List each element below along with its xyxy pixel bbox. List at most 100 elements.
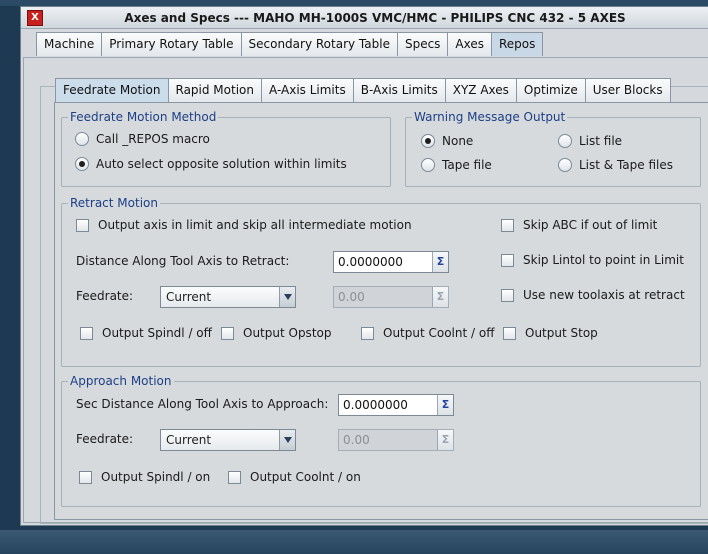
approach-distance-field[interactable]: 0.0000000 Σ — [338, 394, 454, 416]
radio-tape-file-circle[interactable] — [421, 158, 435, 172]
tab-rapid-motion[interactable]: Rapid Motion — [167, 78, 261, 102]
check-coolnt-on-box[interactable] — [228, 470, 241, 484]
sigma-icon: Σ — [437, 430, 453, 450]
radio-none-label: None — [442, 134, 474, 148]
approach-feedrate-row: Feedrate: — [76, 432, 133, 446]
radio-call-repos-label: Call _REPOS macro — [96, 132, 210, 146]
approach-motion-title: Approach Motion — [68, 374, 174, 388]
retract-feedrate-value-field: 0.00 Σ — [333, 286, 449, 308]
tab-b-axis-limits[interactable]: B-Axis Limits — [352, 78, 445, 102]
sub-tab-bar: Feedrate Motion Rapid Motion A-Axis Limi… — [55, 78, 671, 102]
feedrate-motion-panel: Feedrate Motion Method Call _REPOS macro… — [54, 102, 708, 520]
sigma-icon: Σ — [432, 287, 448, 307]
approach-feedrate-select[interactable]: Current — [160, 429, 296, 451]
tab-axes[interactable]: Axes — [447, 32, 491, 56]
retract-feedrate-value: 0.00 — [338, 290, 365, 304]
radio-list-tape-files-label: List & Tape files — [579, 158, 674, 172]
tab-secondary-rotary-table[interactable]: Secondary Rotary Table — [240, 32, 397, 56]
retract-feedrate-label: Feedrate: — [76, 289, 134, 303]
check-coolnt-off-label: Output Coolnt / off — [383, 326, 495, 340]
approach-distance-row: Sec Distance Along Tool Axis to Approach… — [76, 397, 328, 411]
check-spindl-on[interactable]: Output Spindl / on — [79, 470, 210, 484]
check-coolnt-off-box[interactable] — [361, 326, 374, 340]
retract-distance-row: Distance Along Tool Axis to Retract: — [76, 254, 289, 268]
check-spindl-off-label: Output Spindl / off — [102, 326, 212, 340]
retract-feedrate-row: Feedrate: — [76, 289, 133, 303]
radio-list-file[interactable]: List file — [558, 134, 622, 148]
tab-primary-rotary-table[interactable]: Primary Rotary Table — [101, 32, 241, 56]
retract-distance-field[interactable]: 0.0000000 Σ — [333, 251, 449, 273]
retract-distance-value: 0.0000000 — [338, 255, 403, 269]
retract-feedrate-selected: Current — [166, 290, 212, 304]
check-output-axis-box[interactable] — [76, 218, 89, 232]
chevron-down-icon[interactable] — [279, 430, 295, 450]
feedrate-method-title: Feedrate Motion Method — [68, 110, 219, 124]
tab-feedrate-motion[interactable]: Feedrate Motion — [55, 78, 168, 102]
radio-auto-select[interactable]: Auto select opposite solution within lim… — [75, 157, 347, 171]
radio-call-repos-circle[interactable] — [75, 132, 89, 146]
check-new-toolaxis[interactable]: Use new toolaxis at retract — [501, 288, 685, 302]
approach-feedrate-value-field: 0.00 Σ — [338, 429, 454, 451]
check-output-stop-label: Output Stop — [525, 326, 598, 340]
radio-tape-file-label: Tape file — [442, 158, 492, 172]
check-opstop[interactable]: Output Opstop — [221, 326, 331, 340]
retract-motion-title: Retract Motion — [68, 196, 160, 210]
tab-machine[interactable]: Machine — [36, 32, 102, 56]
warning-output-title: Warning Message Output — [412, 110, 568, 124]
radio-call-repos[interactable]: Call _REPOS macro — [75, 132, 210, 146]
tab-xyz-axes[interactable]: XYZ Axes — [444, 78, 516, 102]
approach-feedrate-label: Feedrate: — [76, 432, 134, 446]
sigma-icon[interactable]: Σ — [432, 252, 448, 272]
check-output-axis-label: Output axis in limit and skip all interm… — [98, 218, 412, 232]
radio-list-tape-files[interactable]: List & Tape files — [558, 158, 673, 172]
repos-panel: Feedrate Motion Rapid Motion A-Axis Limi… — [23, 57, 708, 524]
sigma-icon[interactable]: Σ — [437, 395, 453, 415]
check-coolnt-off[interactable]: Output Coolnt / off — [361, 326, 495, 340]
check-new-toolaxis-box[interactable] — [501, 288, 514, 302]
check-coolnt-on[interactable]: Output Coolnt / on — [228, 470, 361, 484]
check-spindl-off-box[interactable] — [80, 326, 93, 340]
approach-feedrate-value: 0.00 — [343, 433, 370, 447]
tab-a-axis-limits[interactable]: A-Axis Limits — [261, 78, 353, 102]
radio-auto-select-label: Auto select opposite solution within lim… — [96, 157, 347, 171]
radio-list-file-circle[interactable] — [558, 134, 572, 148]
check-skip-lintol-box[interactable] — [501, 253, 514, 267]
check-spindl-on-box[interactable] — [79, 470, 92, 484]
radio-auto-select-circle[interactable] — [75, 157, 89, 171]
title-bar[interactable]: X Axes and Specs --- MAHO MH-1000S VMC/H… — [21, 7, 708, 29]
retract-distance-label: Distance Along Tool Axis to Retract: — [76, 254, 290, 268]
tab-specs[interactable]: Specs — [396, 32, 448, 56]
feedrate-method-group: Feedrate Motion Method — [61, 110, 391, 187]
top-tab-bar: Machine Primary Rotary Table Secondary R… — [36, 32, 544, 56]
check-skip-lintol-label: Skip Lintol to point in Limit — [523, 253, 684, 267]
radio-list-tape-files-circle[interactable] — [558, 158, 572, 172]
app-icon: X — [27, 10, 43, 26]
radio-none-circle[interactable] — [421, 134, 435, 148]
axes-specs-window: X Axes and Specs --- MAHO MH-1000S VMC/H… — [20, 6, 708, 526]
radio-none[interactable]: None — [421, 134, 473, 148]
check-spindl-on-label: Output Spindl / on — [101, 470, 211, 484]
approach-feedrate-selected: Current — [166, 433, 212, 447]
check-skip-lintol[interactable]: Skip Lintol to point in Limit — [501, 253, 684, 267]
check-skip-abc[interactable]: Skip ABC if out of limit — [501, 218, 657, 232]
tab-user-blocks[interactable]: User Blocks — [584, 78, 671, 102]
approach-distance-value: 0.0000000 — [343, 398, 408, 412]
radio-list-file-label: List file — [579, 134, 623, 148]
check-output-stop-box[interactable] — [503, 326, 516, 340]
check-opstop-label: Output Opstop — [243, 326, 332, 340]
check-output-axis-in-limit[interactable]: Output axis in limit and skip all interm… — [76, 218, 412, 232]
warning-output-group: Warning Message Output — [405, 110, 701, 187]
radio-tape-file[interactable]: Tape file — [421, 158, 492, 172]
retract-feedrate-select[interactable]: Current — [160, 286, 296, 308]
check-skip-abc-box[interactable] — [501, 218, 514, 232]
check-spindl-off[interactable]: Output Spindl / off — [80, 326, 212, 340]
tab-repos[interactable]: Repos — [491, 32, 544, 56]
tab-optimize[interactable]: Optimize — [515, 78, 585, 102]
desktop-bottom — [0, 530, 708, 554]
chevron-down-icon[interactable] — [279, 287, 295, 307]
check-coolnt-on-label: Output Coolnt / on — [250, 470, 361, 484]
check-opstop-box[interactable] — [221, 326, 234, 340]
window-title: Axes and Specs --- MAHO MH-1000S VMC/HMC… — [124, 11, 626, 25]
check-output-stop[interactable]: Output Stop — [503, 326, 598, 340]
check-skip-abc-label: Skip ABC if out of limit — [523, 218, 658, 232]
